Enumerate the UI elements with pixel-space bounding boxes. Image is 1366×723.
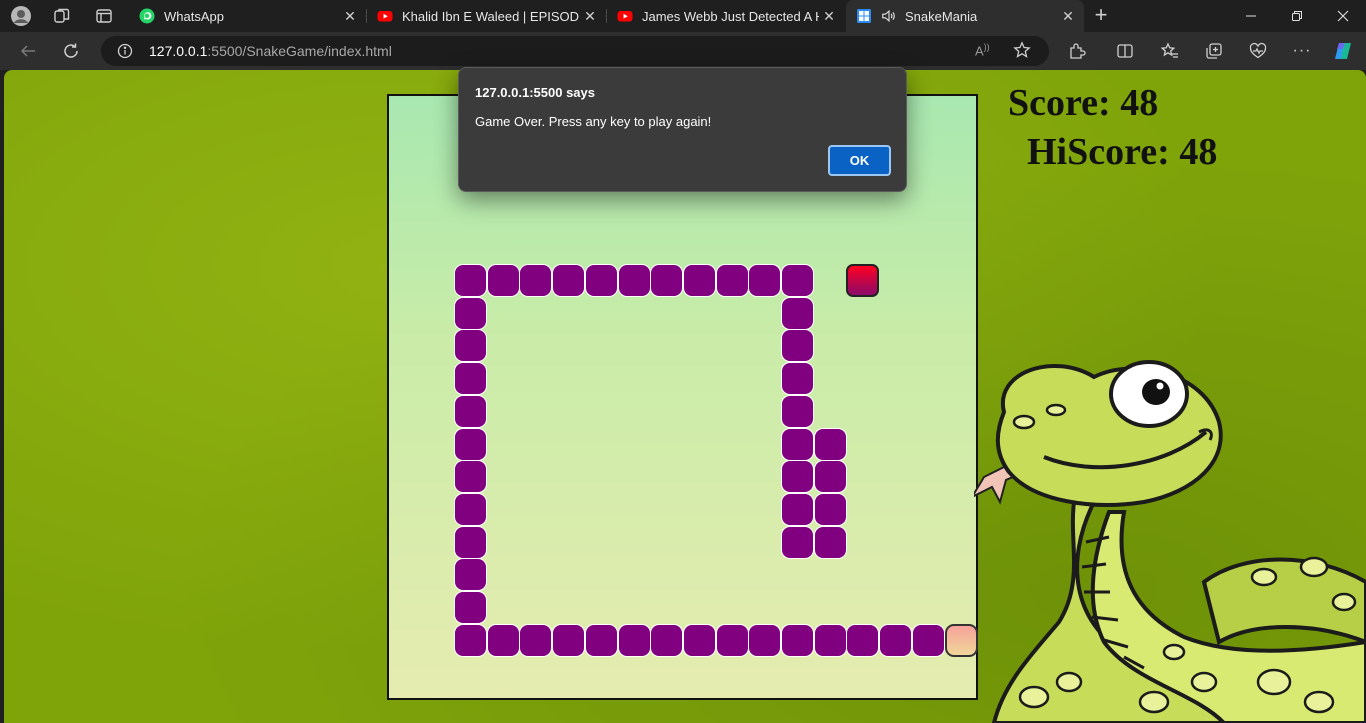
snake-segment <box>617 264 651 297</box>
snake-segment <box>813 525 847 559</box>
snake-segment <box>813 492 847 526</box>
snake-segment <box>454 427 487 461</box>
tab-title: James Webb Just Detected A Huge <box>642 8 819 24</box>
snake-segment <box>454 362 487 396</box>
snake-segment <box>715 623 749 657</box>
close-tab-icon[interactable]: ✕ <box>819 8 839 25</box>
snake-head <box>944 623 978 657</box>
snake-segment <box>519 623 553 657</box>
snake-segment <box>454 296 487 330</box>
snake-segment <box>552 623 586 657</box>
snake-segment <box>781 264 814 297</box>
snake-segment <box>781 525 814 559</box>
snake-segment <box>781 623 814 657</box>
snake-segment <box>519 264 553 297</box>
page-icon <box>856 8 872 24</box>
browser-toolbar: 127.0.0.1:5500/SnakeGame/index.html A)) … <box>0 32 1366 70</box>
tab-bar: WhatsApp ✕ Khalid Ibn E Waleed | EPISODE… <box>0 0 1366 32</box>
snake-segment <box>454 264 487 297</box>
url-host: 127.0.0.1 <box>149 43 208 59</box>
snake-segment <box>617 623 651 657</box>
tab-youtube-khalid[interactable]: Khalid Ibn E Waleed | EPISODE 90 ✕ <box>367 0 606 32</box>
close-tab-icon[interactable]: ✕ <box>340 8 360 25</box>
whatsapp-icon <box>139 8 155 24</box>
tab-title: Khalid Ibn E Waleed | EPISODE 90 <box>402 8 580 24</box>
snake-segment <box>813 427 847 461</box>
split-screen-icon[interactable] <box>1110 36 1140 66</box>
snake-segment <box>650 623 684 657</box>
url-path: :5500/SnakeGame/index.html <box>207 43 392 59</box>
ok-button[interactable]: OK <box>828 145 891 176</box>
tab-whatsapp[interactable]: WhatsApp ✕ <box>129 0 366 32</box>
collections-icon[interactable] <box>1199 36 1229 66</box>
youtube-icon <box>617 8 633 24</box>
youtube-icon <box>377 8 393 24</box>
snake-segment <box>682 623 716 657</box>
tab-youtube-james-webb[interactable]: James Webb Just Detected A Huge ✕ <box>607 0 845 32</box>
snake-segment <box>454 394 487 428</box>
snake-segment <box>650 264 684 297</box>
tab-title: WhatsApp <box>164 8 224 24</box>
favorite-star-icon[interactable] <box>1013 41 1031 64</box>
snake-segment <box>486 264 520 297</box>
food-item <box>846 264 880 297</box>
url-text[interactable]: 127.0.0.1:5500/SnakeGame/index.html <box>149 43 392 59</box>
snake-segment <box>781 460 814 494</box>
address-bar[interactable]: 127.0.0.1:5500/SnakeGame/index.html A)) <box>101 36 1049 66</box>
score-display: Score: 48 <box>1008 82 1159 124</box>
snake-segment <box>748 264 782 297</box>
favorites-icon[interactable] <box>1155 36 1185 66</box>
snake-segment <box>748 623 782 657</box>
snake-segment <box>911 623 945 657</box>
back-icon[interactable] <box>13 36 43 66</box>
snake-segment <box>781 427 814 461</box>
close-tab-icon[interactable]: ✕ <box>1058 8 1078 25</box>
alert-dialog: 127.0.0.1:5500 says Game Over. Press any… <box>458 67 907 192</box>
snake-segment <box>682 264 716 297</box>
snake-segment <box>715 264 749 297</box>
snake-segment <box>584 264 618 297</box>
snake-segment <box>781 492 814 526</box>
hiscore-display: HiScore: 48 <box>1027 131 1218 173</box>
snake-segment <box>584 623 618 657</box>
site-info-icon[interactable] <box>117 43 133 64</box>
more-options-icon[interactable]: ··· <box>1287 36 1317 66</box>
snake-segment <box>879 623 913 657</box>
snake-segment <box>454 460 487 494</box>
snake-segment <box>486 623 520 657</box>
dialog-title: 127.0.0.1:5500 says <box>475 85 595 100</box>
refresh-icon[interactable] <box>56 36 86 66</box>
snake-segment <box>454 492 487 526</box>
minimize-icon[interactable] <box>1228 0 1274 32</box>
snake-segment <box>454 329 487 363</box>
snake-segment <box>813 460 847 494</box>
snake-segment <box>454 623 487 657</box>
close-window-icon[interactable] <box>1320 0 1366 32</box>
snake-segment <box>781 329 814 363</box>
snake-segment <box>454 558 487 592</box>
snake-segment <box>781 362 814 396</box>
snake-segment <box>454 525 487 559</box>
snake-segment <box>813 623 847 657</box>
close-tab-icon[interactable]: ✕ <box>580 8 600 25</box>
read-aloud-icon[interactable]: A)) <box>975 42 990 58</box>
extensions-icon[interactable] <box>1062 36 1092 66</box>
dialog-message: Game Over. Press any key to play again! <box>475 114 712 129</box>
snake-segment <box>454 591 487 624</box>
workspaces-icon[interactable] <box>51 5 73 27</box>
snake-segment <box>781 394 814 428</box>
tab-title: SnakeMania <box>905 8 978 24</box>
new-tab-icon[interactable]: + <box>1090 2 1112 27</box>
snake-segment <box>552 264 586 297</box>
restore-icon[interactable] <box>1274 0 1320 32</box>
snake-mascot-image <box>974 360 1366 723</box>
snake-segment <box>846 623 880 657</box>
tab-snakemania[interactable]: SnakeMania ✕ <box>846 0 1084 32</box>
profile-avatar-icon[interactable] <box>10 5 32 27</box>
copilot-icon[interactable] <box>1328 36 1358 66</box>
browser-essentials-icon[interactable] <box>1243 36 1273 66</box>
snake-segment <box>781 296 814 330</box>
tab-actions-icon[interactable] <box>93 5 115 27</box>
speaker-icon[interactable] <box>881 8 897 24</box>
